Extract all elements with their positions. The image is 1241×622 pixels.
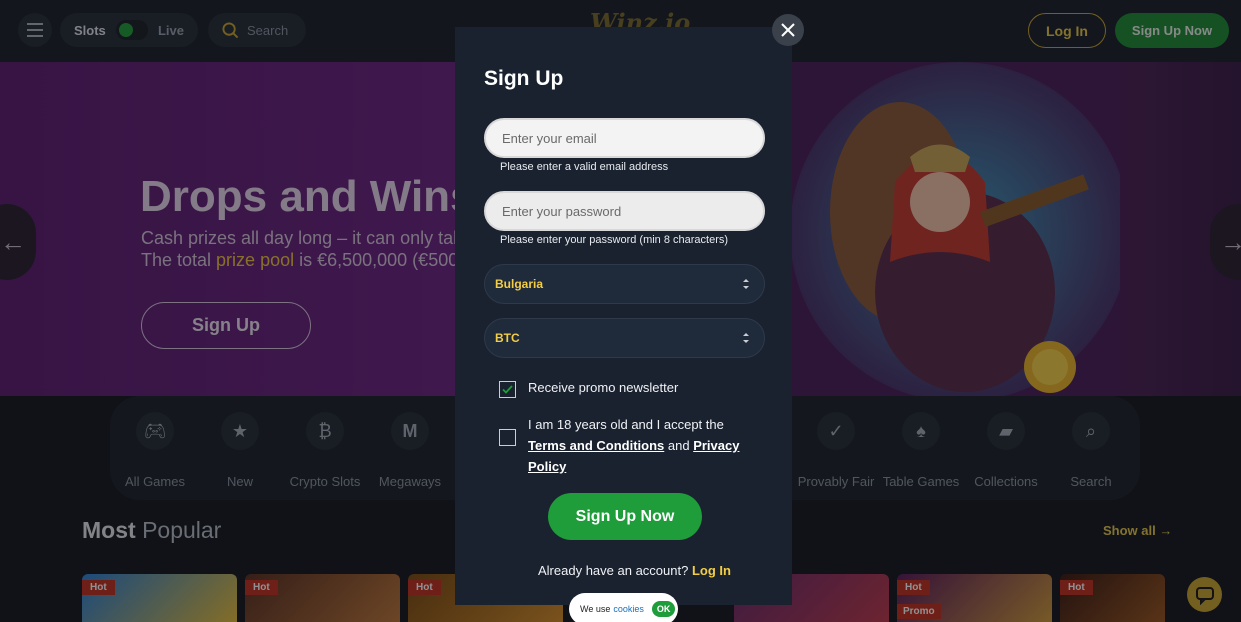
email-hint: Please enter a valid email address bbox=[500, 161, 669, 173]
page: Slots Live Search Winz.io Log In Sign Up… bbox=[0, 0, 1241, 622]
country-select[interactable]: Bulgaria bbox=[484, 264, 765, 304]
email-field[interactable] bbox=[484, 118, 765, 158]
already-account-text: Already have an account? Log In bbox=[538, 563, 731, 578]
close-icon bbox=[781, 23, 795, 37]
newsletter-label: Receive promo newsletter bbox=[528, 380, 679, 395]
cookie-banner: We use cookies OK bbox=[569, 593, 678, 622]
terms-checkbox[interactable] bbox=[499, 429, 516, 446]
checkmark-icon bbox=[502, 385, 513, 394]
country-value: Bulgaria bbox=[495, 277, 544, 291]
currency-value: BTC bbox=[495, 331, 520, 345]
currency-select[interactable]: BTC bbox=[484, 318, 765, 358]
select-caret-icon bbox=[743, 333, 749, 343]
already-label: Already have an account? bbox=[538, 563, 689, 578]
terms-pre: I am 18 years old and I accept the bbox=[528, 417, 724, 432]
password-field[interactable] bbox=[484, 191, 765, 231]
terms-label: I am 18 years old and I accept the Terms… bbox=[528, 414, 753, 477]
modal-login-link[interactable]: Log In bbox=[692, 563, 731, 578]
cookie-ok-button[interactable]: OK bbox=[651, 601, 676, 617]
close-button[interactable] bbox=[772, 14, 804, 46]
terms-link[interactable]: Terms and Conditions bbox=[528, 438, 664, 453]
cookie-link[interactable]: cookies bbox=[613, 604, 644, 614]
newsletter-checkbox[interactable] bbox=[499, 381, 516, 398]
cookie-text: We use bbox=[580, 604, 611, 614]
terms-mid: and bbox=[664, 438, 694, 453]
signup-submit-button[interactable]: Sign Up Now bbox=[548, 493, 702, 540]
modal-title: Sign Up bbox=[484, 67, 564, 90]
select-caret-icon bbox=[743, 279, 749, 289]
password-hint: Please enter your password (min 8 charac… bbox=[500, 234, 729, 246]
